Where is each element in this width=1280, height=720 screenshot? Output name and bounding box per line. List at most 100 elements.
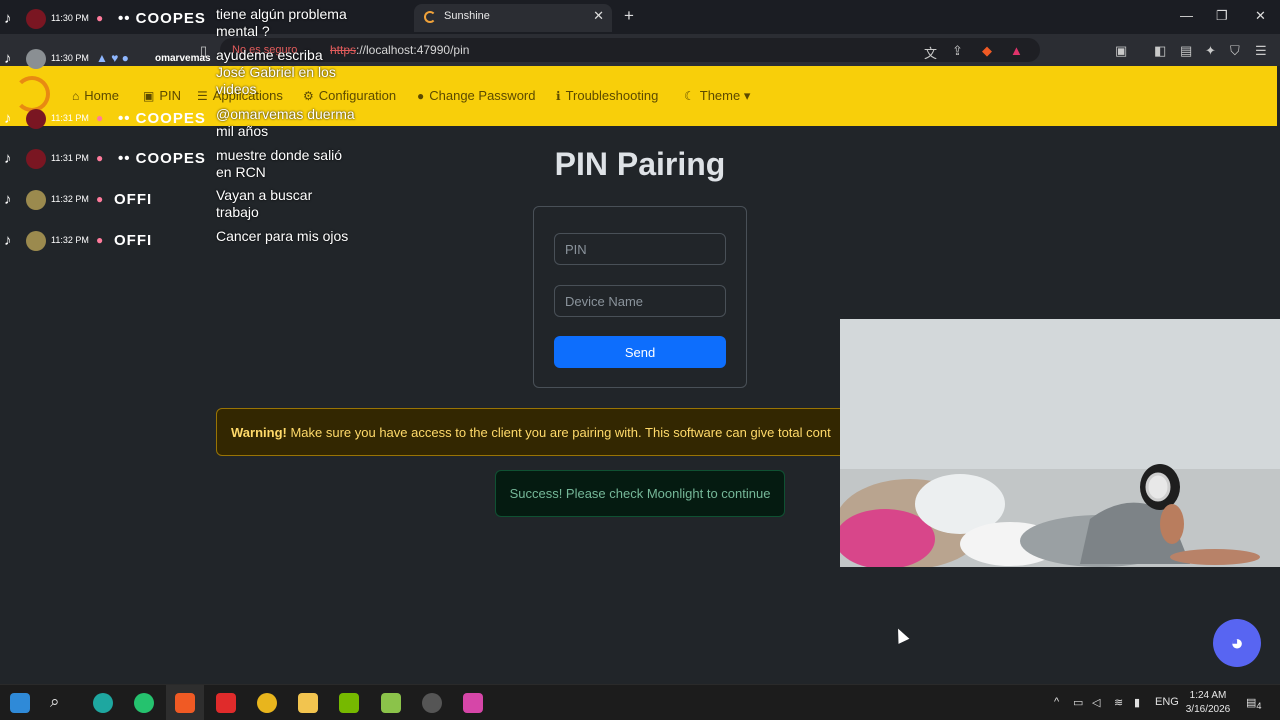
url-path: ://localhost:47990/pin <box>356 43 470 57</box>
chat-text: tiene algún problema mental ? <box>216 6 347 39</box>
moon-icon: ☾ <box>684 89 695 103</box>
sidebar-icon[interactable]: ◧ <box>1154 43 1166 59</box>
badge-icon: ● <box>96 11 104 25</box>
wallet-icon[interactable]: ▤ <box>1180 43 1192 59</box>
chat-time: 11:31 PM <box>51 113 89 123</box>
share-icon[interactable]: ⇪ <box>952 43 963 59</box>
minimize-button[interactable]: — <box>1180 8 1193 23</box>
maximize-button[interactable]: ❐ <box>1216 8 1228 24</box>
chat-text: ayudeme escriba José Gabriel en los vide… <box>216 47 336 97</box>
pin-pairing-form: Send <box>533 206 747 388</box>
chevron-up-icon[interactable]: ^ <box>1054 696 1059 708</box>
tab-title: Sunshine <box>444 10 490 22</box>
avatar <box>26 231 46 251</box>
chat-text: Cancer para mis ojos <box>216 228 349 244</box>
brave-shields-icon[interactable]: ◆ <box>982 43 992 59</box>
warning-label: Warning! <box>231 425 287 440</box>
translate-icon[interactable]: 文 <box>924 43 937 62</box>
badge-icon: ● <box>96 151 104 165</box>
notification-count: 4 <box>1256 701 1262 712</box>
wifi-icon[interactable]: ≋ <box>1114 696 1123 709</box>
home-icon: ⌂ <box>72 89 80 103</box>
menu-icon[interactable]: ☰ <box>1255 43 1267 59</box>
tiktok-icon: ♪ <box>4 10 12 27</box>
clock-date: 3/16/2026 <box>1185 704 1231 715</box>
avatar <box>26 190 46 210</box>
chat-time: 11:32 PM <box>51 235 89 245</box>
close-window-button[interactable]: ✕ <box>1255 8 1266 24</box>
app-red-icon[interactable] <box>216 693 236 713</box>
chat-username: OFFI <box>114 191 153 208</box>
webcam-overlay <box>840 319 1280 567</box>
android-icon[interactable] <box>381 693 401 713</box>
sunshine-favicon-icon <box>424 11 436 23</box>
nav-home[interactable]: ⌂ Home <box>72 88 119 103</box>
tab-sunshine[interactable]: Sunshine ✕ <box>414 4 612 32</box>
avatar <box>26 149 46 169</box>
windows-taskbar: ⌕ ^ ▭ ◁ ≋ ▮ ENG 1:24 AM 3/16/2026 ▤4 <box>0 684 1280 720</box>
avatar <box>26 109 46 129</box>
obs-icon[interactable] <box>422 693 442 713</box>
notification-icon[interactable]: ▤4 <box>1246 696 1262 711</box>
tiktok-icon: ♪ <box>4 150 12 167</box>
warning-text: Make sure you have access to the client … <box>286 425 831 440</box>
microphone-icon[interactable]: ▮ <box>1134 696 1140 709</box>
warning-alert: Warning! Make sure you have access to th… <box>216 408 856 456</box>
volume-icon[interactable]: ◁ <box>1092 696 1100 709</box>
chat-text: muestre donde salió en RCN <box>216 147 343 180</box>
taskbar-clock[interactable]: 1:24 AM 3/16/2026 <box>1176 689 1240 717</box>
chat-text: Vayan a buscar trabajo <box>216 187 313 220</box>
success-alert: Success! Please check Moonlight to conti… <box>495 470 785 517</box>
chat-username: omarvemas <box>155 53 211 64</box>
nav-theme-dropdown[interactable]: ☾ Theme ▾ <box>684 88 750 104</box>
pin-input[interactable] <box>554 233 726 265</box>
sunshine-logo-icon[interactable] <box>14 76 50 112</box>
chat-time: 11:32 PM <box>51 194 89 204</box>
windows-start-icon[interactable] <box>10 693 30 713</box>
screenshot-icon[interactable]: ▣ <box>1115 43 1127 59</box>
tiktok-icon: ♪ <box>4 191 12 208</box>
chat-time: 11:31 PM <box>51 153 89 163</box>
badge-icon: ▲ ♥ ● <box>96 51 129 65</box>
discord-icon[interactable]: ◕ <box>1213 619 1261 667</box>
nav-pin[interactable]: ▣ PIN <box>143 88 181 103</box>
edge-icon[interactable] <box>93 693 113 713</box>
badge-icon: ● <box>96 233 104 247</box>
brave-icon[interactable] <box>175 693 195 713</box>
tiktok-icon: ♪ <box>4 50 12 67</box>
avatar <box>26 9 46 29</box>
badge-icon: ● <box>96 192 104 206</box>
avatar <box>26 49 46 69</box>
search-icon[interactable]: ⌕ <box>50 692 60 712</box>
chat-username: OFFI <box>114 232 153 249</box>
user-lock-icon: ● <box>417 89 425 103</box>
clock-time: 1:24 AM <box>1189 690 1227 701</box>
chevron-down-icon: ▾ <box>743 88 751 103</box>
webcam-scene <box>840 319 1280 567</box>
battery-icon[interactable]: ▭ <box>1073 696 1083 709</box>
chat-text: @omarvemas duerma mil años <box>216 106 355 139</box>
nav-change-password[interactable]: ● Change Password <box>417 88 535 103</box>
app-pink-icon[interactable] <box>463 693 483 713</box>
device-name-input[interactable] <box>554 285 726 317</box>
list-icon: ☰ <box>197 89 208 103</box>
chat-username: •• COOPES <box>118 110 206 127</box>
tiktok-icon: ♪ <box>4 110 12 127</box>
new-tab-button[interactable]: + <box>624 6 634 26</box>
tab-close-icon[interactable]: ✕ <box>593 8 604 24</box>
badge-icon: ● <box>96 111 104 125</box>
leo-ai-icon[interactable]: ✦ <box>1205 43 1216 59</box>
mouse-cursor-icon <box>892 626 910 644</box>
nav-troubleshooting[interactable]: ℹ Troubleshooting <box>556 88 658 103</box>
nvidia-icon[interactable] <box>339 693 359 713</box>
chat-username: •• COOPES <box>118 150 206 167</box>
chat-time: 11:30 PM <box>51 13 89 23</box>
send-button[interactable]: Send <box>554 336 726 368</box>
brave-rewards-icon[interactable]: ▲ <box>1010 43 1023 58</box>
vpn-icon[interactable]: ⛉ <box>1230 43 1240 59</box>
file-explorer-icon[interactable] <box>298 693 318 713</box>
info-icon: ℹ <box>556 89 561 103</box>
app-green-icon[interactable] <box>134 693 154 713</box>
chrome-icon[interactable] <box>257 693 277 713</box>
chat-username: •• COOPES <box>118 10 206 27</box>
